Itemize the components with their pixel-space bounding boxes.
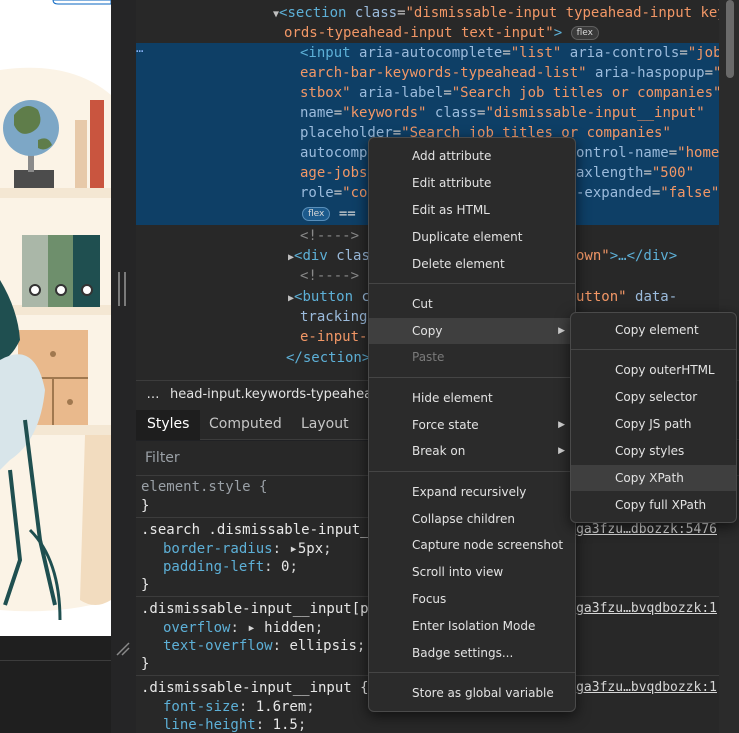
menu-item-copy-js-path[interactable]: Copy JS path <box>571 411 736 437</box>
dom-line: autocomp <box>300 145 368 161</box>
menu-separator <box>571 349 736 350</box>
menu-item-force-state[interactable]: Force state ▶ <box>369 412 575 438</box>
menu-separator <box>369 377 575 378</box>
dom-node-div[interactable]: ▶<div clas <box>288 246 370 266</box>
style-source-link[interactable]: ga3fzu…bvqdbozzk:1 <box>576 600 717 618</box>
context-menu: Add attribute Edit attribute Edit as HTM… <box>368 137 576 712</box>
tab-styles[interactable]: Styles <box>136 410 201 440</box>
menu-item-copy-full-xpath[interactable]: Copy full XPath <box>571 492 736 518</box>
page-preview <box>0 0 111 636</box>
dom-node-section-close[interactable]: </section> <box>286 348 370 368</box>
menu-item-break-on-label: Break on <box>412 444 466 458</box>
dom-line: stbox" aria-label="Search job titles or … <box>300 85 722 101</box>
menu-item-force-state-label: Force state <box>412 418 479 432</box>
menu-separator <box>369 283 575 284</box>
submenu-arrow-icon: ▶ <box>558 446 565 456</box>
menu-item-badge-settings[interactable]: Badge settings... <box>369 640 575 666</box>
flex-badge[interactable]: flex <box>570 26 599 40</box>
flex-badge[interactable]: flex <box>302 207 331 221</box>
tab-computed[interactable]: Computed <box>198 410 293 440</box>
dom-node-section[interactable]: ▼<section class="dismissable-input typea… <box>273 3 734 23</box>
style-source-link[interactable]: ga3fzu…bvqdbozzk:1 <box>576 679 717 697</box>
breadcrumb-more-button[interactable]: … <box>136 381 170 409</box>
menu-item-copy-styles[interactable]: Copy styles <box>571 438 736 464</box>
menu-item-copy-xpath[interactable]: Copy XPath <box>571 465 736 491</box>
elements-scrollbar-thumb[interactable] <box>726 0 734 78</box>
menu-item-cut[interactable]: Cut <box>369 291 575 317</box>
dom-node-section-cont: ords-typeahead-input text-input"> flex <box>284 23 599 43</box>
dom-line: axlength="500" <box>576 165 695 181</box>
menu-item-store-as-global-variable[interactable]: Store as global variable <box>369 680 575 706</box>
dom-comment[interactable]: <!----> <box>300 266 359 286</box>
dom-line: ontrol-name="homep <box>576 145 728 161</box>
menu-item-collapse-children[interactable]: Collapse children <box>369 506 575 532</box>
tab-layout[interactable]: Layout <box>290 410 360 440</box>
menu-item-copy-outerhtml[interactable]: Copy outerHTML <box>571 357 736 383</box>
menu-item-scroll-into-view[interactable]: Scroll into view <box>369 559 575 585</box>
dom-line: e-input-c <box>300 329 376 345</box>
copy-submenu: Copy element Copy outerHTML Copy selecto… <box>570 312 737 523</box>
style-source-link[interactable]: ga3fzu…dbozzk:5476 <box>576 521 717 539</box>
breadcrumb-item[interactable]: head-input.keywords-typeahea <box>170 387 372 402</box>
menu-item-delete-element[interactable]: Delete element <box>369 251 575 277</box>
menu-item-break-on[interactable]: Break on ▶ <box>369 438 575 464</box>
menu-item-copy[interactable]: Copy ▶ <box>369 318 575 344</box>
resize-corner-icon[interactable] <box>115 641 131 657</box>
menu-item-edit-as-html[interactable]: Edit as HTML <box>369 197 575 223</box>
menu-item-expand-recursively[interactable]: Expand recursively <box>369 479 575 505</box>
dom-node-button[interactable]: ▶<button c <box>288 287 370 307</box>
devtools-gutter <box>111 0 136 733</box>
dom-line: earch-bar-keywords-typeahead-list" aria-… <box>300 65 738 81</box>
menu-item-copy-label: Copy <box>412 324 443 338</box>
more-options-icon[interactable]: ⋯ <box>136 44 156 58</box>
menu-item-duplicate-element[interactable]: Duplicate element <box>369 224 575 250</box>
menu-item-copy-element[interactable]: Copy element <box>571 317 736 343</box>
page-illustration <box>0 0 111 636</box>
menu-item-hide-element[interactable]: Hide element <box>369 385 575 411</box>
submenu-arrow-icon: ▶ <box>558 326 565 336</box>
menu-item-paste[interactable]: Paste <box>369 344 575 370</box>
dom-line: -expanded="false"> <box>576 185 728 201</box>
dom-line: utton" data- <box>576 289 678 305</box>
dom-line: age-jobse <box>300 165 376 181</box>
submenu-arrow-icon: ▶ <box>558 420 565 430</box>
dom-line: flex == <box>302 204 356 224</box>
dom-comment[interactable]: <!----> <box>300 226 359 246</box>
menu-separator <box>369 672 575 673</box>
menu-separator <box>369 471 575 472</box>
dom-line: own">…</div> <box>576 248 678 264</box>
menu-item-focus[interactable]: Focus <box>369 586 575 612</box>
page-bottom-area <box>0 636 111 733</box>
dom-line: role="com <box>300 185 376 201</box>
menu-item-edit-attribute[interactable]: Edit attribute <box>369 170 575 196</box>
menu-item-copy-selector[interactable]: Copy selector <box>571 384 736 410</box>
menu-item-enter-isolation-mode[interactable]: Enter Isolation Mode <box>369 613 575 639</box>
dom-node-input[interactable]: <input aria-autocomplete="list" aria-con… <box>300 43 738 63</box>
menu-item-capture-node-screenshot[interactable]: Capture node screenshot <box>369 532 575 558</box>
dom-line: name="keywords" class="dismissable-input… <box>300 105 705 121</box>
menu-item-add-attribute[interactable]: Add attribute <box>369 143 575 169</box>
panel-resize-handle[interactable] <box>118 272 127 306</box>
dom-line: tracking- <box>300 309 376 325</box>
